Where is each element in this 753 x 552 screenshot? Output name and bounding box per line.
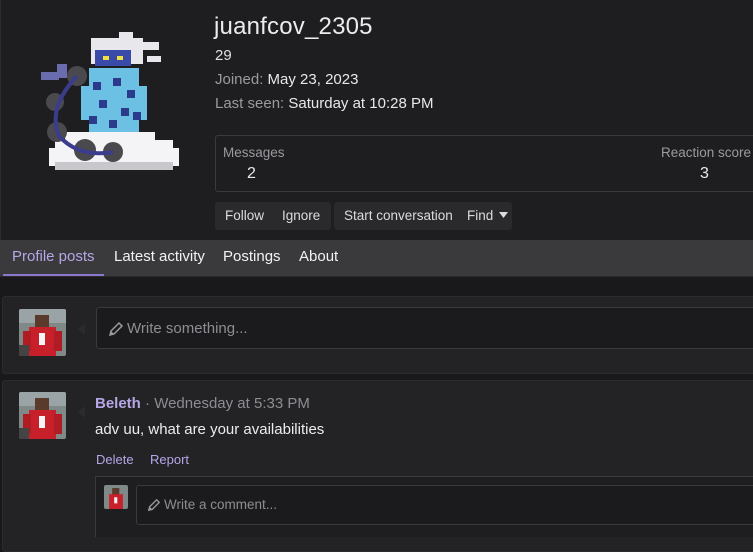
profile-header: juanfcov_2305 29 Joined: May 23, 2023 La… <box>0 0 753 240</box>
write-comment-input[interactable]: Write a comment... <box>136 485 753 525</box>
commenter-avatar[interactable] <box>104 485 128 509</box>
find-button[interactable]: Find <box>467 202 509 230</box>
pencil-icon <box>108 321 124 337</box>
joined-row: Joined: May 23, 2023 <box>215 71 358 88</box>
post-timestamp[interactable]: Wednesday at 5:33 PM <box>154 395 310 412</box>
username: juanfcov_2305 <box>214 13 373 40</box>
pencil-icon <box>147 498 161 512</box>
last-seen-label: Last seen: <box>215 95 285 112</box>
avatar[interactable] <box>19 309 66 356</box>
profile-post: Beleth · Wednesday at 5:33 PM adv uu, wh… <box>2 380 753 552</box>
joined-label: Joined: <box>215 71 264 88</box>
follow-ignore-group: Follow Ignore <box>215 202 331 230</box>
post-author-link[interactable]: Beleth <box>95 395 141 412</box>
profile-avatar[interactable] <box>29 28 189 188</box>
composer-arrow <box>78 323 85 335</box>
caret-down-icon <box>499 212 509 218</box>
reaction-score-label: Reaction score <box>661 145 752 160</box>
last-seen-row: Last seen: Saturday at 10:28 PM <box>215 95 433 112</box>
post-arrow <box>78 406 85 418</box>
composer-card: Write something... <box>2 296 753 374</box>
conversation-find-group: Start conversation Find <box>334 202 512 230</box>
report-link[interactable]: Report <box>150 452 189 467</box>
follow-button[interactable]: Follow <box>225 202 264 230</box>
messages-value[interactable]: 2 <box>247 165 256 183</box>
tab-latest-activity[interactable]: Latest activity <box>105 240 214 274</box>
stats-box: Messages 2 Reaction score 3 <box>215 135 753 192</box>
write-comment-placeholder: Write a comment... <box>164 497 278 512</box>
write-something-placeholder: Write something... <box>127 320 248 337</box>
messages-label: Messages <box>223 145 285 160</box>
tab-about[interactable]: About <box>290 240 347 274</box>
tab-profile-posts[interactable]: Profile posts <box>3 240 104 276</box>
reaction-score-value[interactable]: 3 <box>700 165 709 183</box>
comment-section: Write a comment... <box>95 476 753 537</box>
start-conversation-button[interactable]: Start conversation <box>344 202 453 230</box>
post-separator: · <box>140 395 155 412</box>
last-seen-value[interactable]: Saturday at 10:28 PM <box>288 95 433 112</box>
post-header: Beleth · Wednesday at 5:33 PM <box>95 395 310 412</box>
find-label: Find <box>467 208 494 223</box>
tab-postings[interactable]: Postings <box>214 240 290 274</box>
write-something-input[interactable]: Write something... <box>96 307 753 349</box>
user-title: 29 <box>215 47 232 64</box>
avatar[interactable] <box>19 392 66 439</box>
profile-tabs: Profile posts Latest activity Postings A… <box>0 240 753 277</box>
joined-value: May 23, 2023 <box>267 71 359 88</box>
ignore-button[interactable]: Ignore <box>282 202 320 230</box>
post-body: adv uu, what are your availabilities <box>95 421 325 438</box>
delete-link[interactable]: Delete <box>96 452 134 467</box>
